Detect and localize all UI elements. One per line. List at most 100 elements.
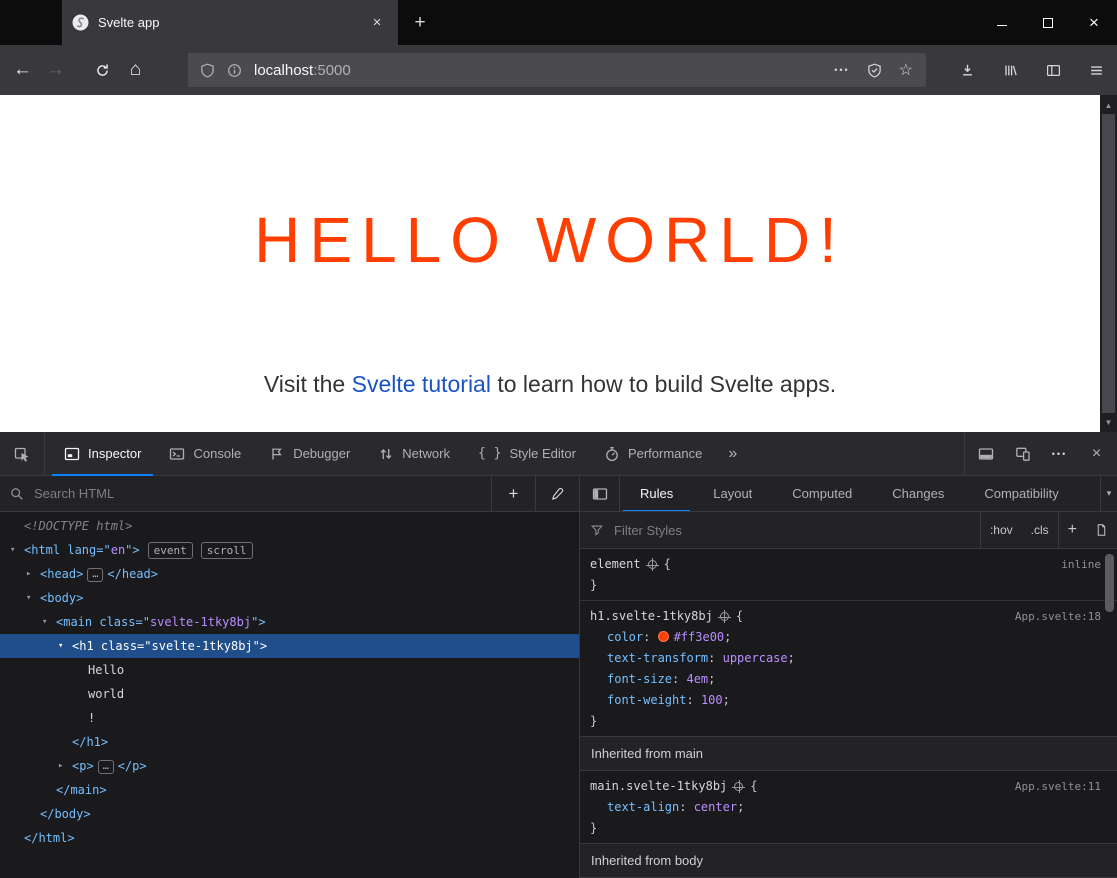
markup-row[interactable]: </html> xyxy=(0,826,579,850)
collapse-twisty-icon[interactable]: ▾ xyxy=(58,634,63,658)
more-tabs-chevron[interactable]: » xyxy=(716,445,749,463)
home-button[interactable]: ⌂ xyxy=(119,54,152,86)
colon: : xyxy=(643,630,657,644)
three-pane-toggle-button[interactable] xyxy=(580,476,620,511)
markup-row[interactable]: ▸<p>…</p> xyxy=(0,754,579,778)
reload-button[interactable] xyxy=(86,54,119,86)
sidebar-tab-rules[interactable]: Rules xyxy=(620,476,693,511)
collapse-twisty-icon[interactable]: ▾ xyxy=(10,538,15,562)
svelte-favicon-icon xyxy=(72,14,89,31)
scrollbar-thumb[interactable] xyxy=(1102,114,1115,413)
collapse-twisty-icon[interactable]: ▾ xyxy=(42,610,47,634)
markup-row[interactable]: </body> xyxy=(0,802,579,826)
sidebar-tab-computed[interactable]: Computed xyxy=(772,476,872,511)
markup-token: <body> xyxy=(40,591,83,605)
close-window-button[interactable]: × xyxy=(1071,0,1117,45)
maximize-icon xyxy=(1043,18,1053,28)
responsive-mode-button[interactable] xyxy=(1004,432,1041,475)
add-node-button[interactable]: + xyxy=(491,476,535,511)
expand-twisty-icon[interactable]: ▸ xyxy=(58,754,63,778)
selector-target-icon[interactable] xyxy=(720,612,729,621)
css-declaration[interactable]: color: #ff3e00; xyxy=(580,627,1117,648)
site-info-icon[interactable] xyxy=(227,63,242,78)
back-button[interactable]: ← xyxy=(6,54,39,86)
markup-row[interactable]: ▾<html lang="en">eventscroll xyxy=(0,538,579,562)
url-bar[interactable]: localhost:5000 ••• ☆ xyxy=(188,53,926,87)
rule-selector[interactable]: main.svelte-1tky8bj xyxy=(590,776,727,797)
semicolon: ; xyxy=(737,800,744,814)
markup-row[interactable]: ▾<main class="svelte-1tky8bj"> xyxy=(0,610,579,634)
filter-styles-input[interactable] xyxy=(612,522,980,539)
print-media-sheet-icon[interactable] xyxy=(1086,512,1117,548)
collapse-twisty-icon[interactable]: ▾ xyxy=(26,586,31,610)
search-html-input[interactable] xyxy=(32,485,491,502)
markup-row[interactable]: ▸<head>…</head> xyxy=(0,562,579,586)
protections-shield-icon[interactable] xyxy=(867,63,882,78)
menu-hamburger-button[interactable] xyxy=(1080,54,1112,86)
split-console-button[interactable] xyxy=(967,432,1004,475)
devtools-tab-inspector[interactable]: Inspector xyxy=(50,432,155,475)
maximize-button[interactable] xyxy=(1025,0,1071,45)
scroll-down-icon[interactable]: ▼ xyxy=(1100,414,1117,430)
devtools-menu-button[interactable]: ••• xyxy=(1041,432,1078,475)
markup-row[interactable]: </main> xyxy=(0,778,579,802)
rule-source-link[interactable]: inline xyxy=(1053,554,1101,575)
library-button[interactable] xyxy=(994,54,1026,86)
markup-row[interactable]: </h1> xyxy=(0,730,579,754)
devtools-close-button[interactable]: × xyxy=(1078,432,1115,475)
markup-row[interactable]: ▾ <body> xyxy=(0,586,579,610)
sidebar-tab-changes[interactable]: Changes xyxy=(872,476,964,511)
markup-row[interactable]: <!DOCTYPE html> xyxy=(0,514,579,538)
color-swatch[interactable] xyxy=(658,631,669,642)
devtools-tab-debugger[interactable]: Debugger xyxy=(255,432,364,475)
svelte-tutorial-link[interactable]: Svelte tutorial xyxy=(352,371,491,397)
pseudo-class-toggle[interactable]: :hov xyxy=(980,512,1022,548)
rule-source-link[interactable]: App.svelte:11 xyxy=(1007,776,1101,797)
devtools-tab-performance[interactable]: Performance xyxy=(590,432,716,475)
sidebar-tabs-overflow-icon[interactable]: ▾ xyxy=(1100,476,1117,511)
devtools-tab-console[interactable]: Console xyxy=(155,432,255,475)
sidebar-tab-layout[interactable]: Layout xyxy=(693,476,772,511)
scroll-badge[interactable]: scroll xyxy=(201,542,253,559)
sidebar-toggle-button[interactable] xyxy=(1037,54,1069,86)
rule-selector[interactable]: h1.svelte-1tky8bj xyxy=(590,606,713,627)
devtools-tab-style-editor[interactable]: { } Style Editor xyxy=(464,432,590,475)
browser-tab[interactable]: Svelte app × xyxy=(62,0,398,45)
markup-row[interactable]: world xyxy=(0,682,579,706)
forward-button[interactable]: → xyxy=(39,54,72,86)
css-declaration[interactable]: text-transform: uppercase; xyxy=(580,648,1117,669)
markup-row[interactable]: ! xyxy=(0,706,579,730)
class-toggle[interactable]: .cls xyxy=(1022,512,1058,548)
markup-row[interactable]: Hello xyxy=(0,658,579,682)
minimize-button[interactable] xyxy=(979,0,1025,45)
collapsed-ellipsis-chip[interactable]: … xyxy=(87,568,103,582)
selector-target-icon[interactable] xyxy=(734,782,743,791)
selector-target-icon[interactable] xyxy=(648,560,657,569)
markup-row-selected[interactable]: ▾<h1 class="svelte-1tky8bj"> xyxy=(0,634,579,658)
collapsed-ellipsis-chip[interactable]: … xyxy=(98,760,114,774)
downloads-button[interactable] xyxy=(951,54,983,86)
add-rule-button[interactable]: + xyxy=(1058,512,1086,548)
markup-token: "> xyxy=(251,615,265,629)
devtools-tab-network[interactable]: Network xyxy=(364,432,464,475)
css-declaration[interactable]: text-align: center; xyxy=(580,797,1117,818)
css-declaration[interactable]: font-weight: 100; xyxy=(580,690,1117,711)
url-text[interactable]: localhost:5000 xyxy=(254,62,351,79)
rule-selector[interactable]: element xyxy=(590,554,641,575)
page-actions-icon[interactable]: ••• xyxy=(834,65,849,75)
rules-scrollbar-thumb[interactable] xyxy=(1105,554,1114,612)
tracking-shield-icon[interactable] xyxy=(200,63,215,78)
sidebar-tab-compatibility[interactable]: Compatibility xyxy=(964,476,1078,511)
css-declaration[interactable]: font-size: 4em; xyxy=(580,669,1117,690)
bookmark-star-icon[interactable]: ☆ xyxy=(899,60,913,80)
new-tab-button[interactable]: + xyxy=(404,9,436,37)
event-badge[interactable]: event xyxy=(148,542,193,559)
expand-twisty-icon[interactable]: ▸ xyxy=(26,562,31,586)
eyedropper-button[interactable] xyxy=(535,476,579,511)
rule-source-link[interactable]: App.svelte:18 xyxy=(1007,606,1101,627)
tab-close-icon[interactable]: × xyxy=(366,12,388,34)
node-picker-button[interactable] xyxy=(0,432,45,475)
css-property-value: center xyxy=(694,800,737,814)
page-scrollbar[interactable]: ▲ ▼ xyxy=(1100,95,1117,432)
scroll-up-icon[interactable]: ▲ xyxy=(1100,97,1117,113)
